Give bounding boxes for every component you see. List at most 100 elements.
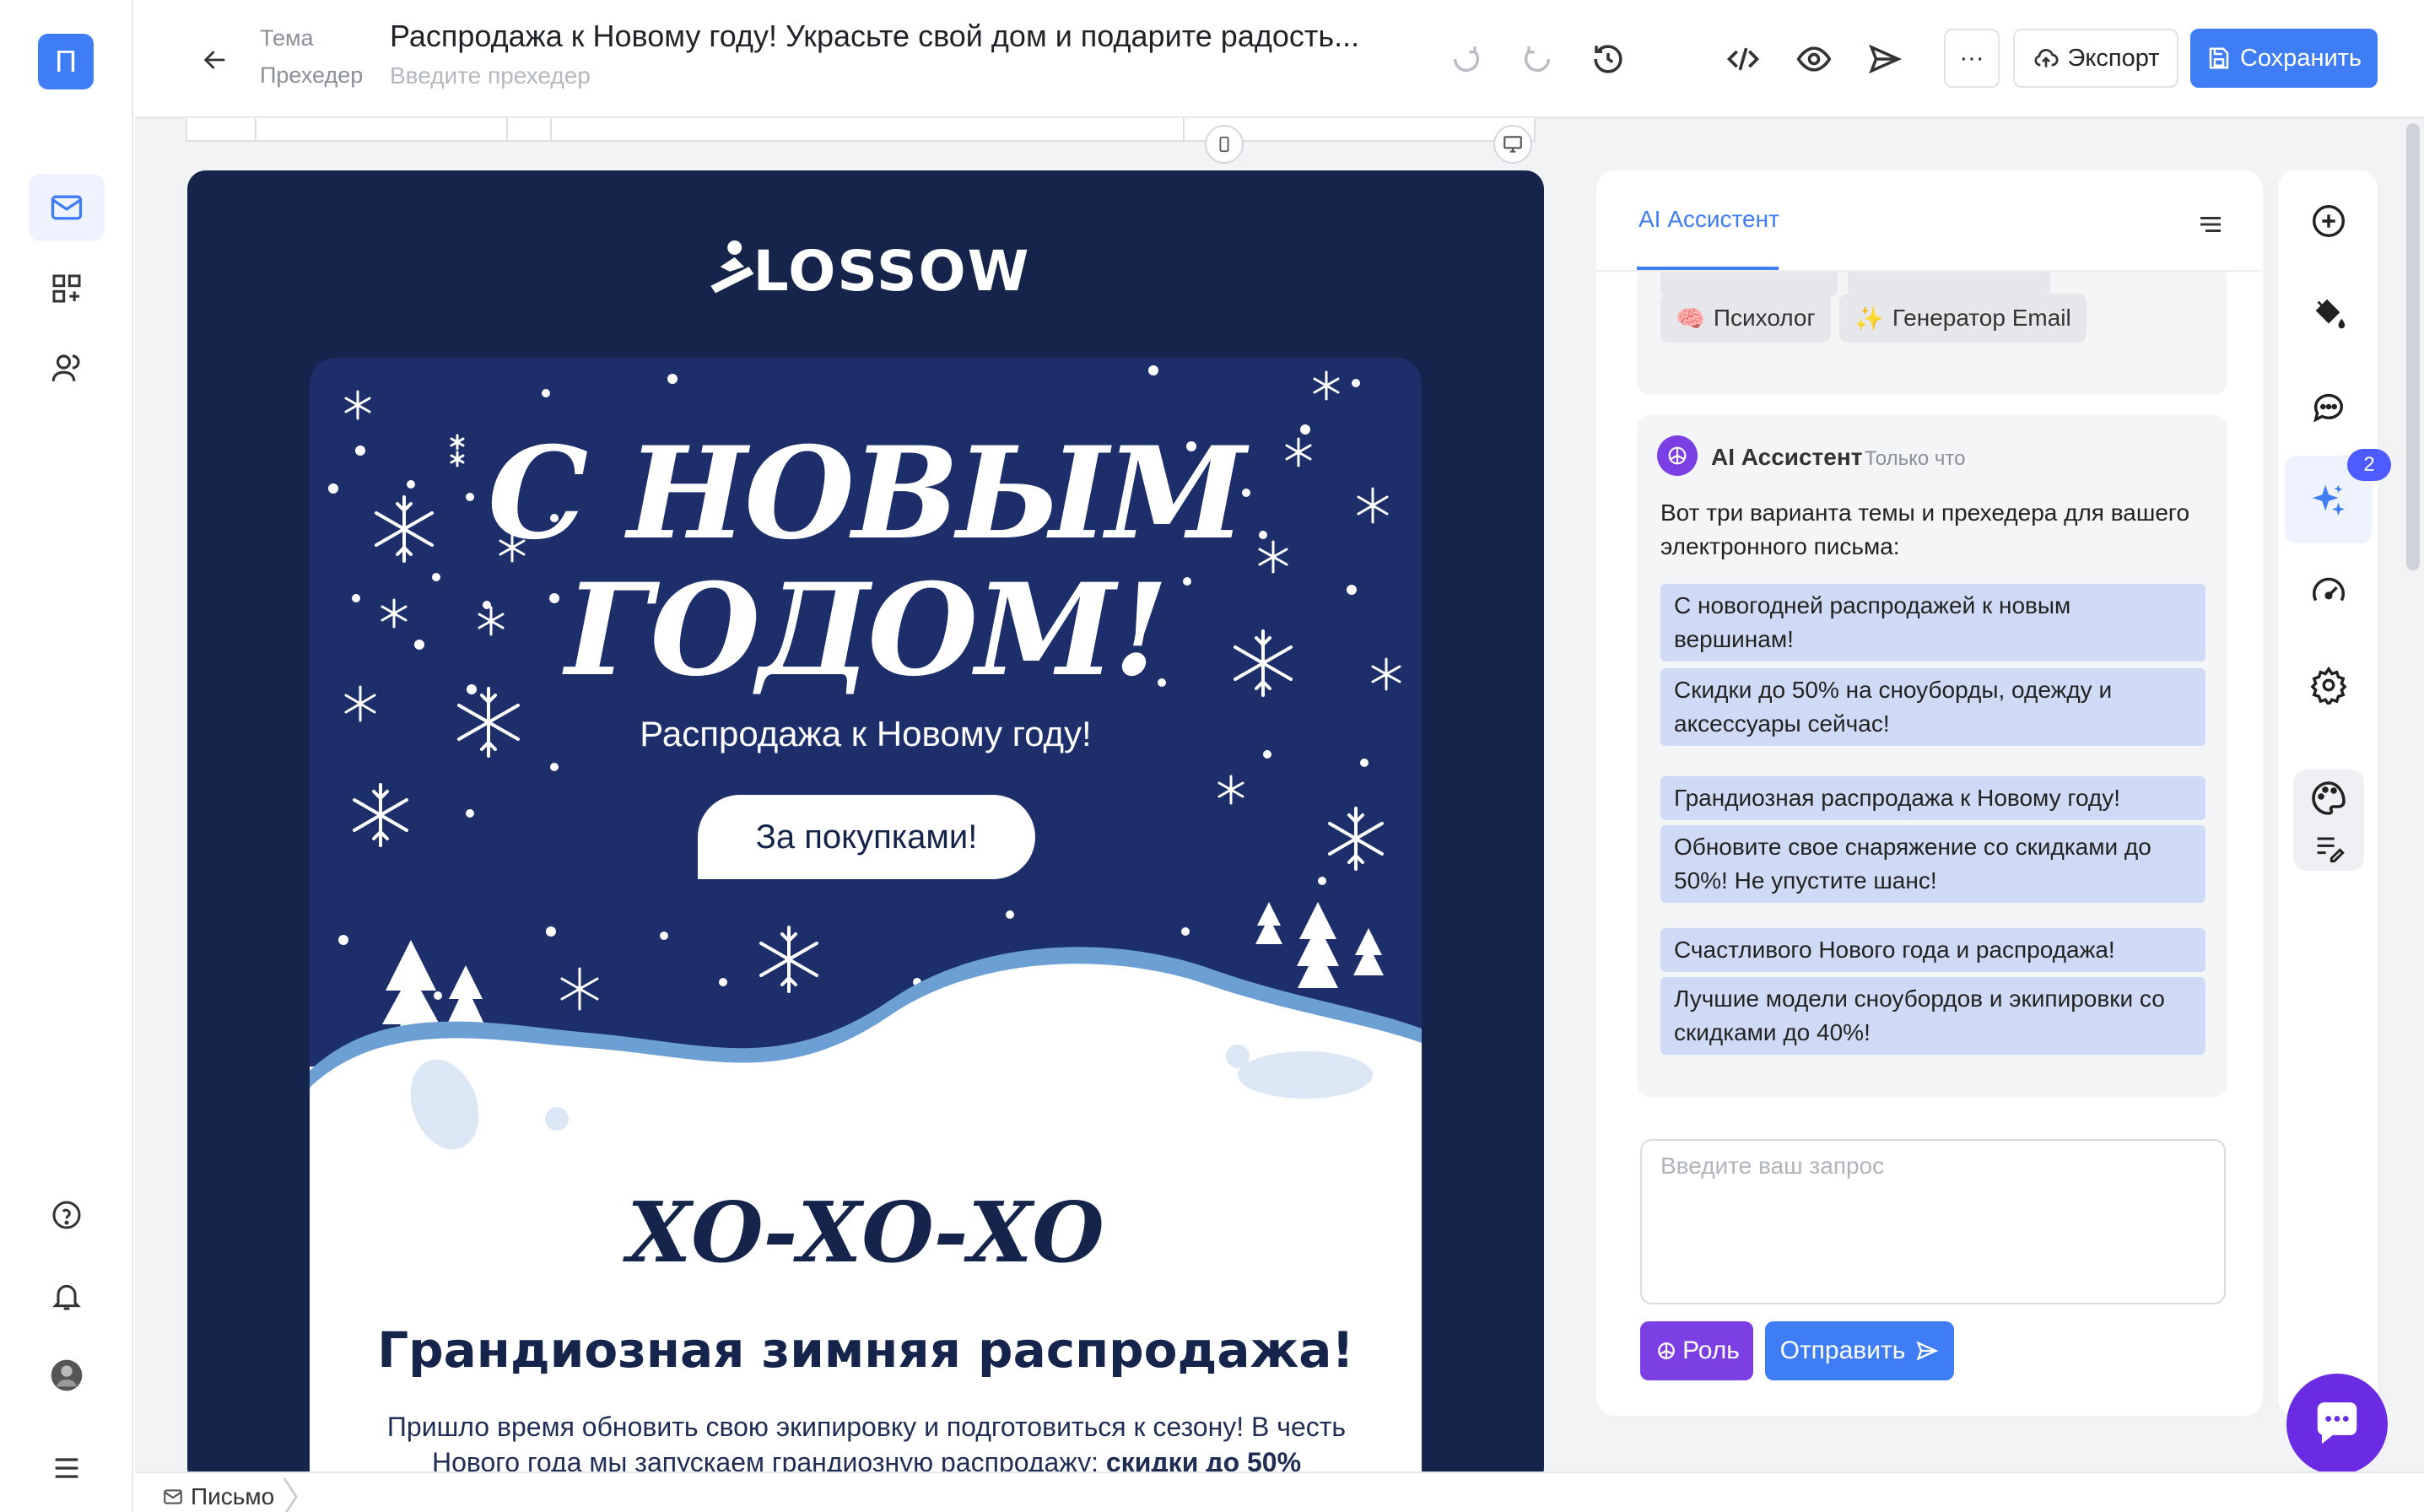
performance-tool[interactable] (2285, 548, 2373, 636)
hero-subtitle: Распродажа к Новому году! (640, 714, 1092, 753)
nav-users[interactable] (29, 334, 105, 402)
chevron-right-icon (283, 1478, 299, 1512)
edit-list-icon (2317, 837, 2345, 863)
preheader-label: Прехедер (260, 62, 364, 88)
send-test-button[interactable] (1861, 35, 1908, 83)
mail-icon (51, 195, 83, 220)
role-chip-label: Генератор Email (1892, 305, 2071, 331)
gauge-icon (2313, 577, 2345, 602)
ai-badge: 2 (2347, 449, 2391, 481)
breadcrumb-label: Письмо (191, 1483, 275, 1509)
help-icon (52, 1201, 81, 1229)
send-button[interactable]: Отправить (1765, 1321, 1954, 1380)
suggestion-preheader-2[interactable]: Обновите свое снаряжение со скидками до … (1660, 825, 2205, 903)
save-button[interactable]: Сохранить (2190, 29, 2378, 88)
comments-tool[interactable] (2285, 363, 2373, 451)
canvas-ruler (186, 118, 1536, 142)
prompt-input[interactable]: Введите ваш запрос (1640, 1139, 2226, 1304)
brain-icon: 🧠 (1676, 305, 1705, 332)
export-label: Экспорт (2067, 44, 2160, 72)
export-button[interactable]: Экспорт (2013, 29, 2178, 88)
suggestion-subject-3[interactable]: Счастливого Нового года и распродажа! (1660, 928, 2205, 972)
hero-banner: С НОВЫМ ГОДОМ! Распродажа к Новому году!… (310, 358, 1422, 1487)
text-edit-tool[interactable] (2312, 830, 2346, 868)
design-tools-group (2293, 770, 2364, 871)
brand-logo: LOSSOW (187, 238, 1544, 304)
role-chip-label: Психолог (1713, 305, 1816, 331)
suggestion-subject-2[interactable]: Грандиозная распродажа к Новому году! (1660, 776, 2205, 820)
app-logo[interactable]: П (38, 34, 94, 89)
role-chip-email-generator[interactable]: ✨ Генератор Email (1839, 294, 2087, 343)
message-author: AI Ассистент (1711, 444, 1863, 470)
desktop-preview-toggle[interactable] (1493, 125, 1532, 164)
send-button-label: Отправить (1779, 1336, 1906, 1364)
preheader-input[interactable]: Введите прехедер (390, 62, 591, 89)
mobile-icon (1219, 136, 1229, 153)
settings-tool[interactable] (2285, 641, 2373, 729)
section-body: Пришло время обновить свою экипировку и … (386, 1412, 1347, 1477)
styles-tool[interactable] (2285, 270, 2373, 358)
breadcrumb[interactable]: Письмо (162, 1478, 300, 1512)
cta-label: За покупками! (755, 818, 978, 856)
more-button[interactable]: ··· (1944, 29, 2000, 88)
snowboarder-icon (710, 240, 753, 294)
mobile-preview-toggle[interactable] (1205, 125, 1244, 164)
subject-input[interactable]: Распродажа к Новому году! Украсьте свой … (390, 19, 1537, 54)
left-sidebar: П (0, 0, 133, 1512)
save-icon (2209, 47, 2229, 69)
code-icon (1726, 47, 1760, 71)
role-button-label: Роль (1682, 1336, 1740, 1364)
role-button[interactable]: Роль (1640, 1321, 1753, 1380)
support-chat-button[interactable] (2286, 1374, 2388, 1475)
app-root: П Тема Прехедер Распродажа к Новому году… (0, 0, 2424, 1512)
panel-menu-button[interactable] (2195, 209, 2226, 244)
more-label: ··· (1959, 44, 1984, 72)
subject-label: Тема (260, 25, 314, 51)
page-scrollbar[interactable] (2406, 123, 2420, 570)
role-chip-psychologist[interactable]: 🧠 Психолог (1660, 294, 1831, 343)
shop-cta-button[interactable]: За покупками! (698, 795, 1035, 879)
palette-tool[interactable] (2308, 778, 2349, 823)
top-header: Тема Прехедер Распродажа к Новому году! … (135, 0, 2424, 118)
nav-menu[interactable] (29, 1443, 105, 1493)
chat-icon (2313, 393, 2344, 423)
ai-avatar (1657, 435, 1698, 476)
suggestion-subject-1[interactable]: С новогодней распродажей к новым вершина… (1660, 584, 2205, 662)
undo-icon (1454, 46, 1479, 72)
paint-bucket-icon (2315, 299, 2346, 329)
redo-icon (1525, 46, 1550, 72)
palette-icon (2312, 781, 2346, 815)
history-button[interactable] (1585, 35, 1632, 83)
templates-icon (52, 274, 81, 303)
nav-help[interactable] (29, 1181, 105, 1249)
lines-menu-icon (2200, 217, 2221, 232)
hero-title: С НОВЫМ ГОДОМ! (487, 419, 1246, 705)
back-arrow-icon (203, 51, 225, 69)
suggestion-preheader-3[interactable]: Лучшие модели сноубордов и экипировки со… (1660, 977, 2205, 1055)
nav-mail[interactable] (29, 174, 105, 241)
email-preview[interactable]: LOSSOW С НОВЫМ ГОДОМ! Распродажа к Новом… (187, 170, 1544, 1487)
history-icon (1594, 45, 1622, 73)
bottom-bar: Письмо (135, 1472, 2424, 1512)
upload-cloud-icon (2034, 49, 2058, 68)
nav-notifications[interactable] (29, 1262, 105, 1330)
suggestion-preheader-1[interactable]: Скидки до 50% на сноуборды, одежду и акс… (1660, 668, 2205, 746)
tab-ai-assistant[interactable]: AI Ассистент (1638, 206, 1779, 233)
openai-icon (1668, 446, 1687, 465)
role-selector-card: 🧠 Психолог ✨ Генератор Email (1637, 272, 2227, 395)
chat-bubble-icon (2317, 1402, 2357, 1444)
ai-tool[interactable]: 2 (2285, 449, 2391, 543)
ai-assistant-panel: AI Ассистент 🧠 Психолог ✨ Генератор Emai… (1596, 170, 2263, 1416)
redo-button[interactable] (1514, 35, 1561, 83)
desktop-icon (1504, 136, 1522, 153)
back-button[interactable] (194, 39, 236, 81)
code-view-button[interactable] (1719, 35, 1767, 83)
nav-templates[interactable] (29, 255, 105, 322)
bell-icon (52, 1284, 81, 1310)
user-avatar[interactable] (29, 1342, 105, 1409)
add-block-tool[interactable] (2285, 177, 2373, 265)
gear-icon (2310, 666, 2347, 705)
openai-icon (1658, 1342, 1675, 1359)
preview-button[interactable] (1790, 35, 1838, 83)
undo-button[interactable] (1443, 35, 1490, 83)
